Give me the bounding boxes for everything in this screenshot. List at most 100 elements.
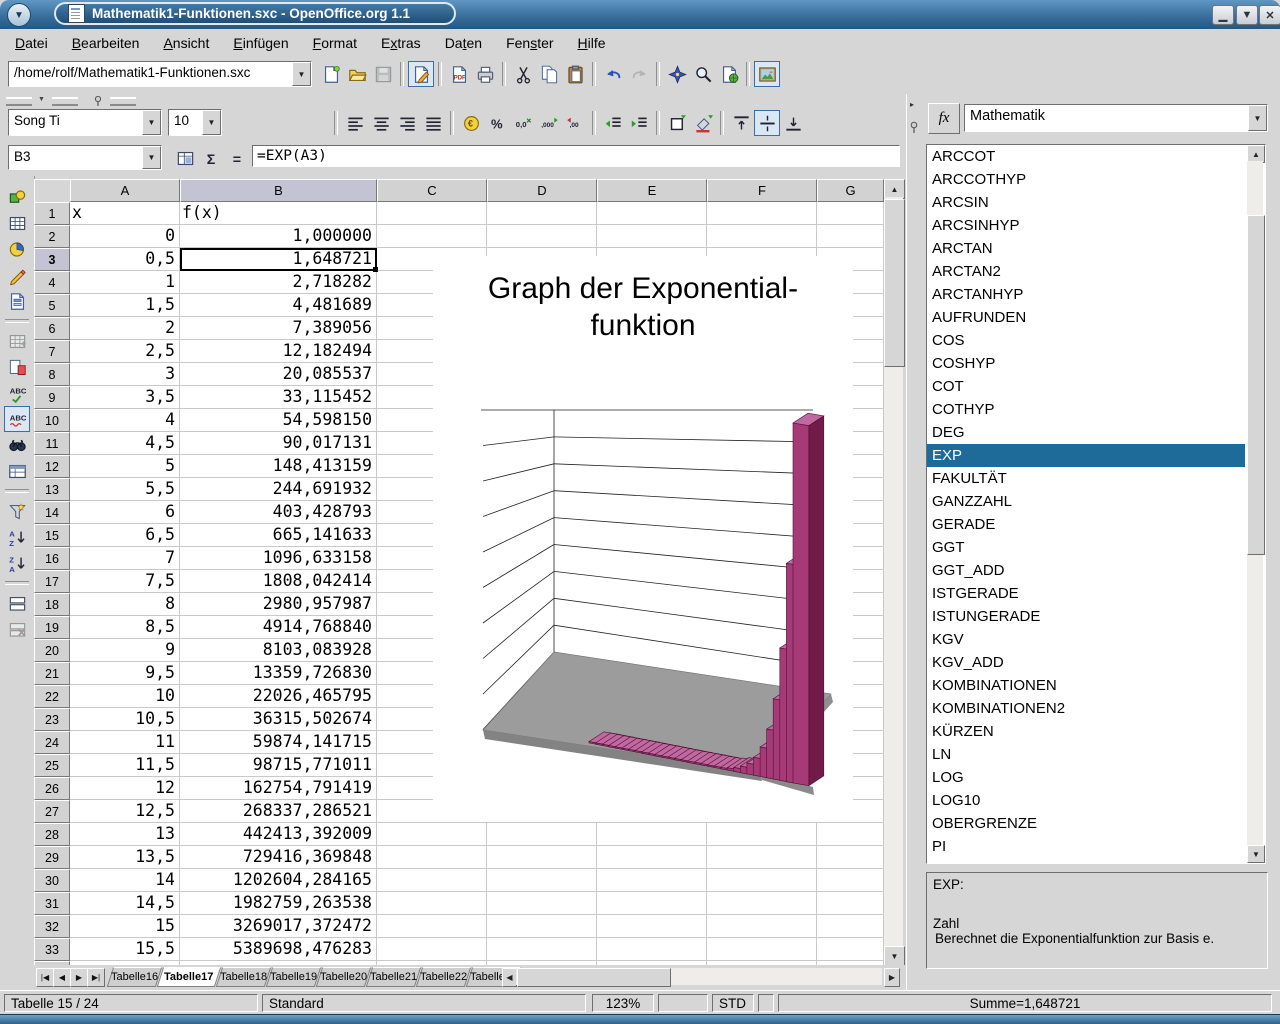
function-button[interactable]: = — [224, 145, 250, 171]
column-header-C[interactable]: C — [377, 179, 487, 202]
cell[interactable] — [707, 225, 817, 248]
styles-button[interactable] — [4, 354, 30, 380]
row-header-18[interactable]: 18 — [34, 593, 70, 616]
column-header-F[interactable]: F — [707, 179, 817, 202]
font-size-value[interactable]: 10 — [169, 110, 202, 135]
cell[interactable] — [597, 202, 707, 225]
function-item-arctanhyp[interactable]: ARCTANHYP — [927, 283, 1245, 306]
cell[interactable] — [817, 225, 884, 248]
row-header-1[interactable]: 1 — [34, 202, 70, 225]
data-sources-view-button[interactable] — [4, 458, 30, 484]
row-header-9[interactable]: 9 — [34, 386, 70, 409]
cell[interactable]: 90,017131 — [180, 432, 377, 455]
increase-indent-button[interactable] — [626, 110, 652, 136]
vertical-scrollbar[interactable]: ▲ ▼ — [884, 179, 903, 964]
row-header-4[interactable]: 4 — [34, 271, 70, 294]
sheet-tab-tabelle20[interactable]: Tabelle20 — [316, 967, 371, 987]
cell[interactable]: 4914,768840 — [180, 616, 377, 639]
menu-fenster[interactable]: Fenster — [497, 32, 562, 54]
row-header-30[interactable]: 30 — [34, 869, 70, 892]
function-item-gerade[interactable]: GERADE — [927, 513, 1245, 536]
cell[interactable]: 13,5 — [70, 846, 180, 869]
status-zoom-level[interactable]: 123% — [592, 994, 654, 1012]
function-item-arccothyp[interactable]: ARCCOTHYP — [927, 168, 1245, 191]
cell[interactable] — [377, 869, 487, 892]
export-pdf-button[interactable]: PDF — [446, 61, 472, 87]
cell[interactable] — [377, 225, 487, 248]
status-sum[interactable]: Summe=1,648721 — [778, 994, 1272, 1012]
cell[interactable]: 729416,369848 — [180, 846, 377, 869]
function-item-aufrunden[interactable]: AUFRUNDEN — [927, 306, 1245, 329]
function-wizard-button[interactable]: fx — [928, 103, 960, 134]
row-header-8[interactable]: 8 — [34, 363, 70, 386]
status-empty-2[interactable] — [758, 994, 774, 1012]
function-item-arcsin[interactable]: ARCSIN — [927, 191, 1245, 214]
cell[interactable] — [597, 915, 707, 938]
cell[interactable]: 1096,633158 — [180, 547, 377, 570]
function-listbox[interactable]: ARCCOTARCCOTHYPARCSINARCSINHYPARCTANARCT… — [926, 144, 1266, 864]
menu-einfgen[interactable]: Einfügen — [224, 32, 297, 54]
row-header-17[interactable]: 17 — [34, 570, 70, 593]
cell[interactable] — [597, 225, 707, 248]
data-sources-button[interactable] — [716, 61, 742, 87]
row-header-12[interactable]: 12 — [34, 455, 70, 478]
cell[interactable]: 7,389056 — [180, 317, 377, 340]
function-item-istungerade[interactable]: ISTUNGERADE — [927, 605, 1245, 628]
name-box-dropdown-arrow-icon[interactable]: ▼ — [142, 146, 161, 169]
cell[interactable]: 1982759,263538 — [180, 892, 377, 915]
font-name-dropdown-arrow-icon[interactable]: ▼ — [142, 110, 161, 135]
window-menu-button[interactable]: ▼ — [7, 3, 31, 27]
status-empty-1[interactable] — [658, 994, 708, 1012]
menu-format[interactable]: Format — [304, 32, 366, 54]
add-decimal-button[interactable]: ,000 — [536, 110, 562, 136]
category-dropdown-arrow-icon[interactable]: ▼ — [1248, 105, 1267, 131]
align-middle-button[interactable] — [754, 110, 780, 136]
cell[interactable]: 3269017,372472 — [180, 915, 377, 938]
cell[interactable]: 14,5 — [70, 892, 180, 915]
cell[interactable]: 9,5 — [70, 662, 180, 685]
zoom-button[interactable] — [690, 61, 716, 87]
underline-button[interactable] — [278, 110, 304, 136]
function-item-kürzen[interactable]: KÜRZEN — [927, 720, 1245, 743]
vertical-scroll-thumb[interactable] — [884, 199, 905, 367]
row-header-26[interactable]: 26 — [34, 777, 70, 800]
titlebar[interactable]: ▼ Mathematik1-Funktionen.sxc - OpenOffic… — [0, 0, 1280, 30]
function-item-arctan[interactable]: ARCTAN — [927, 237, 1245, 260]
cell[interactable]: 15,5 — [70, 938, 180, 961]
last-sheet-button[interactable]: ▶| — [87, 968, 105, 987]
row-header-20[interactable]: 20 — [34, 639, 70, 662]
cell[interactable]: 15 — [70, 915, 180, 938]
list-scroll-thumb[interactable] — [1247, 215, 1265, 555]
row-header-32[interactable]: 32 — [34, 915, 70, 938]
cell[interactable]: 3 — [70, 363, 180, 386]
cell[interactable] — [707, 938, 817, 961]
function-item-log10[interactable]: LOG10 — [927, 789, 1245, 812]
cell[interactable] — [377, 823, 487, 846]
cell[interactable]: 10 — [70, 685, 180, 708]
cell[interactable] — [377, 202, 487, 225]
sheet-tab-tabelle17[interactable]: Tabelle17 — [157, 967, 221, 987]
cell[interactable] — [707, 846, 817, 869]
percent-button[interactable]: % — [484, 110, 510, 136]
function-item-istgerade[interactable]: ISTGERADE — [927, 582, 1245, 605]
cell[interactable]: 2,718282 — [180, 271, 377, 294]
toolbar-handle[interactable] — [6, 97, 32, 106]
cell[interactable]: 8103,083928 — [180, 639, 377, 662]
menu-datei[interactable]: Datei — [6, 32, 57, 54]
align-bottom-button[interactable] — [780, 110, 806, 136]
cell[interactable]: 5,5 — [70, 478, 180, 501]
cell[interactable]: 11,5 — [70, 754, 180, 777]
row-header-31[interactable]: 31 — [34, 892, 70, 915]
cell[interactable] — [817, 915, 884, 938]
function-item-kombinationen2[interactable]: KOMBINATIONEN2 — [927, 697, 1245, 720]
cell[interactable] — [817, 869, 884, 892]
column-header-A[interactable]: A — [70, 179, 180, 202]
cell[interactable]: 22026,465795 — [180, 685, 377, 708]
font-size-combobox[interactable]: 10 ▼ — [168, 109, 222, 136]
toolbar-handle[interactable] — [52, 97, 78, 106]
cell[interactable] — [597, 869, 707, 892]
cell[interactable]: 13 — [70, 823, 180, 846]
align-center-button[interactable] — [368, 110, 394, 136]
spellcheck-button[interactable]: ABC — [4, 380, 30, 406]
cell[interactable]: 4,481689 — [180, 294, 377, 317]
